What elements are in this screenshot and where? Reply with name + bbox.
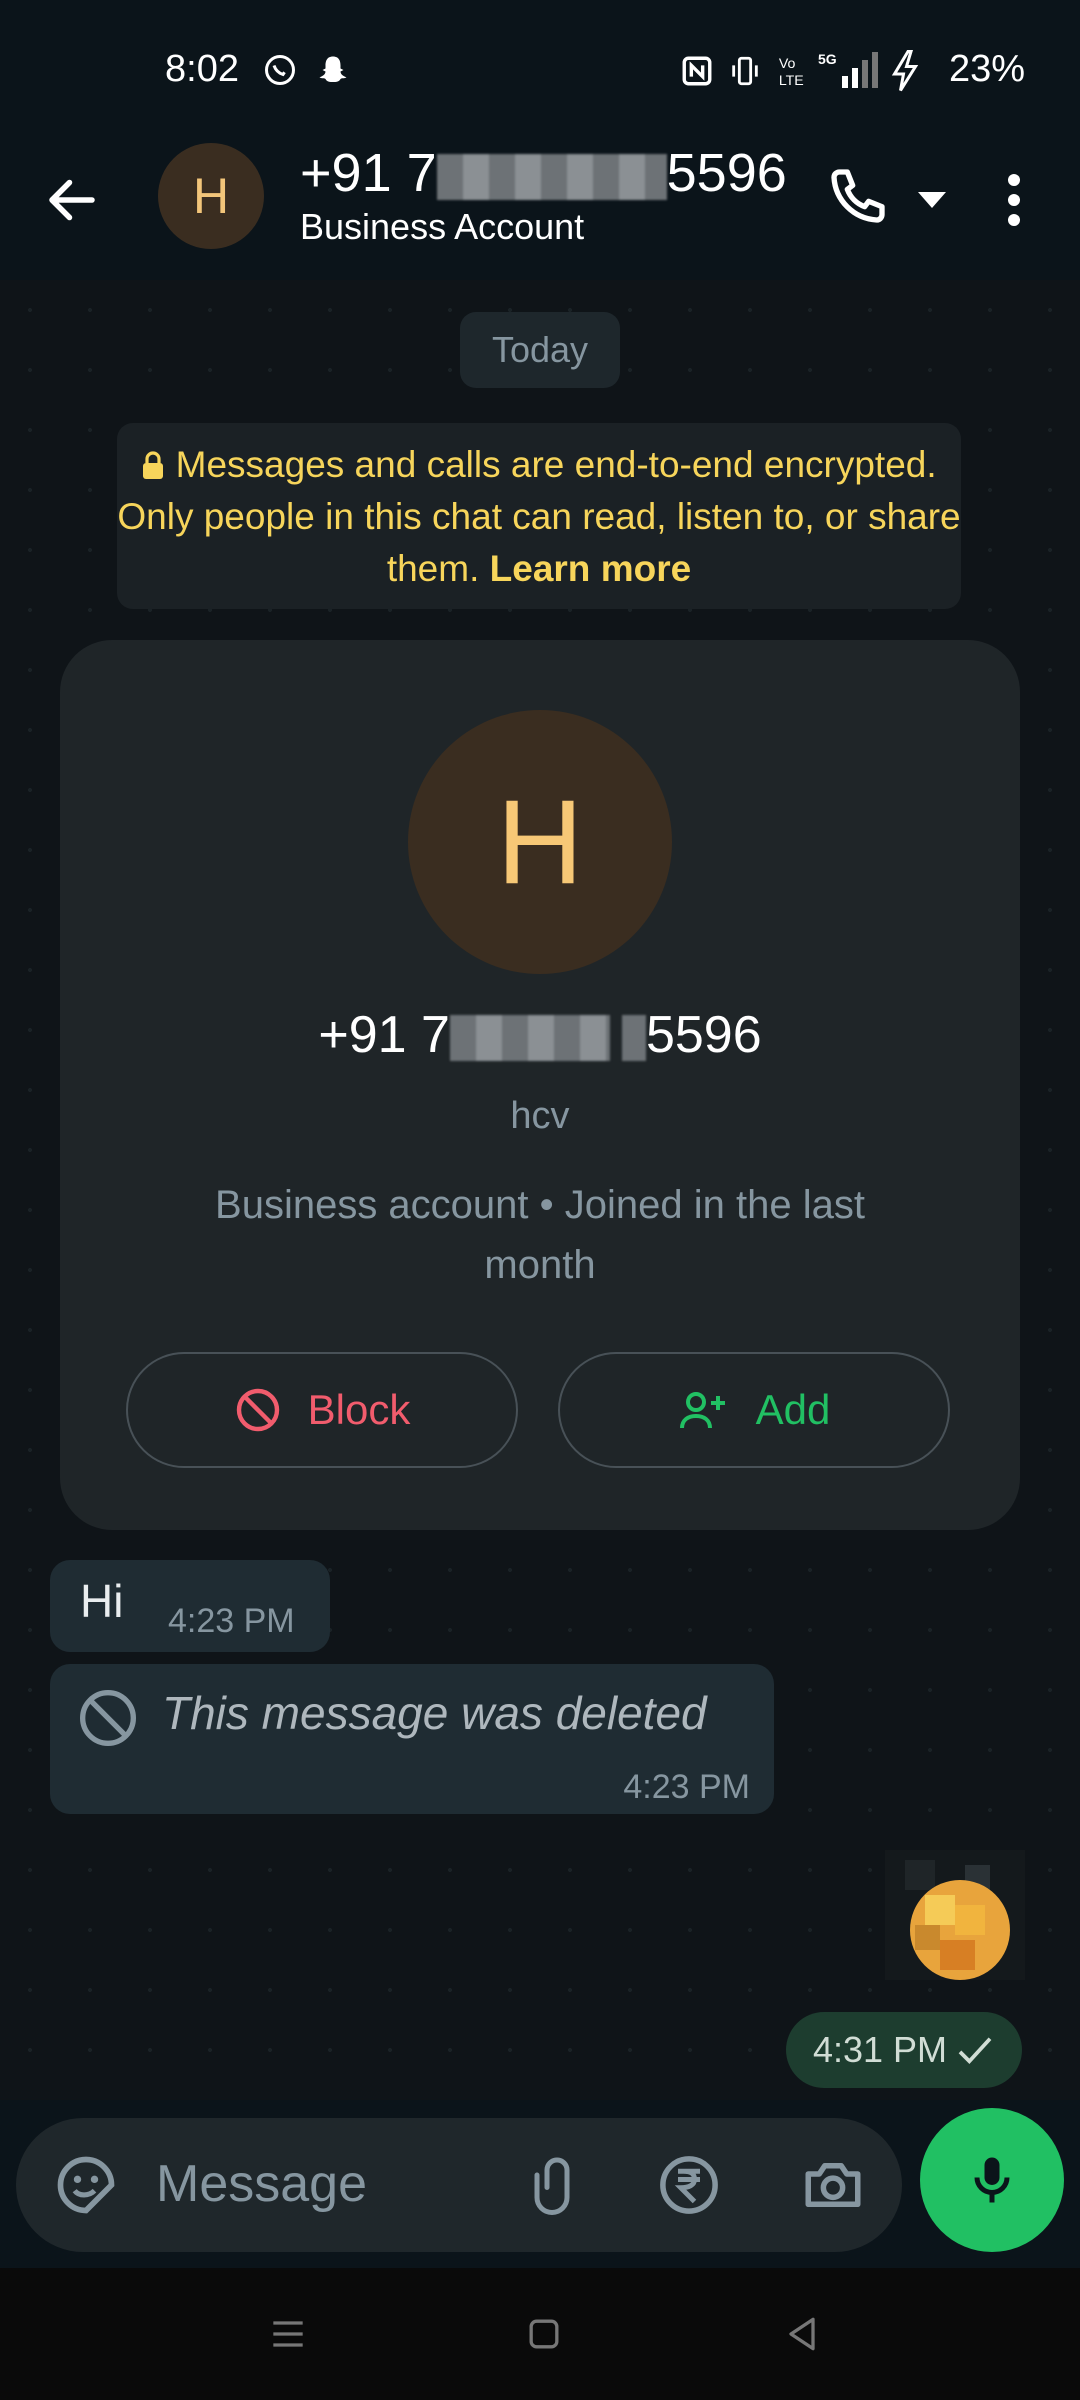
add-label: Add — [755, 1386, 831, 1433]
microphone-icon — [974, 2157, 1010, 2203]
home-icon[interactable] — [522, 2312, 566, 2356]
voice-record-button[interactable] — [920, 2108, 1064, 2252]
camera-icon[interactable] — [800, 2152, 866, 2218]
redacted-block — [449, 1015, 610, 1062]
svg-text:LTE: LTE — [779, 73, 804, 88]
profile-avatar-letter: H — [496, 775, 584, 909]
phone-call-icon[interactable] — [826, 164, 890, 228]
battery-percent: 23% — [948, 48, 1025, 90]
svg-text:5G: 5G — [818, 51, 837, 67]
redacted-block-small — [621, 1015, 646, 1062]
title-prefix: +91 7 — [300, 143, 437, 203]
profile-number-prefix: +91 7 — [318, 1006, 450, 1064]
contact-title[interactable]: +91 7 5596 — [300, 142, 787, 204]
message-text: Hi — [80, 1575, 124, 1627]
charging-icon — [891, 50, 919, 92]
chat-header: H +91 7 5596 Business Account — [0, 140, 1080, 281]
avatar-letter: H — [192, 168, 230, 224]
snapchat-icon — [319, 56, 347, 82]
date-divider: Today — [460, 312, 620, 388]
outgoing-message-meta[interactable]: 4:31 PM — [786, 2012, 1022, 2088]
message-input[interactable]: Message — [156, 2154, 367, 2214]
status-time: 8:02 — [165, 48, 239, 90]
sticker-emoji-icon[interactable] — [52, 2151, 120, 2219]
profile-name: hcv — [510, 1095, 570, 1137]
vibrate-icon — [732, 56, 758, 86]
profile-avatar[interactable]: H — [408, 710, 672, 974]
recent-apps-icon[interactable] — [266, 2312, 310, 2356]
add-person-icon — [679, 1392, 725, 1429]
status-bar: 8:02 Vo LTE 5G 23% — [0, 0, 1080, 140]
sticker-image[interactable] — [885, 1850, 1025, 1980]
business-profile-card: H +91 7 5596 hcv Business account • Joine… — [60, 640, 1020, 1530]
call-dropdown-icon[interactable] — [916, 190, 948, 210]
svg-text:Vo: Vo — [779, 56, 796, 72]
whatsapp-icon — [265, 55, 295, 85]
profile-number-suffix: 5596 — [645, 1006, 762, 1064]
contact-subtitle[interactable]: Business Account — [300, 206, 584, 248]
block-icon — [236, 1388, 279, 1432]
sent-check-icon — [958, 2037, 992, 2064]
message-text: This message was deleted — [162, 1687, 707, 1739]
message-composer[interactable]: Message — [16, 2118, 902, 2252]
message-time: 4:23 PM — [623, 1768, 750, 1806]
redacted-block — [436, 153, 667, 200]
back-arrow-icon[interactable] — [42, 170, 102, 230]
rupee-payment-icon[interactable] — [656, 2152, 722, 2218]
block-button[interactable]: Block — [126, 1352, 518, 1468]
message-time: 4:23 PM — [168, 1602, 295, 1640]
more-options-icon[interactable] — [996, 170, 1032, 230]
contact-avatar[interactable]: H — [158, 143, 264, 249]
encryption-notice[interactable]: Messages and calls are end-to-end encryp… — [117, 423, 961, 609]
outgoing-time: 4:31 PM — [812, 2029, 948, 2070]
deleted-message[interactable]: This message was deleted 4:23 PM — [50, 1664, 774, 1814]
nfc-icon — [682, 56, 712, 86]
block-label: Block — [307, 1386, 411, 1433]
incoming-message[interactable]: Hi 4:23 PM — [50, 1560, 330, 1652]
back-nav-icon[interactable] — [780, 2312, 824, 2356]
lock-icon — [143, 451, 164, 479]
title-suffix: 5596 — [666, 143, 787, 203]
profile-number: +91 7 5596 — [60, 1005, 1020, 1065]
signal-icon — [842, 52, 878, 88]
attachment-icon[interactable] — [522, 2152, 582, 2218]
profile-description: Business account • Joined in the last mo… — [215, 1183, 865, 1287]
system-nav-bar — [0, 2268, 1080, 2400]
deleted-icon — [80, 1690, 136, 1746]
volte-icon: Vo LTE — [779, 56, 804, 88]
learn-more-link[interactable]: Learn more — [490, 548, 692, 589]
add-contact-button[interactable]: Add — [558, 1352, 950, 1468]
